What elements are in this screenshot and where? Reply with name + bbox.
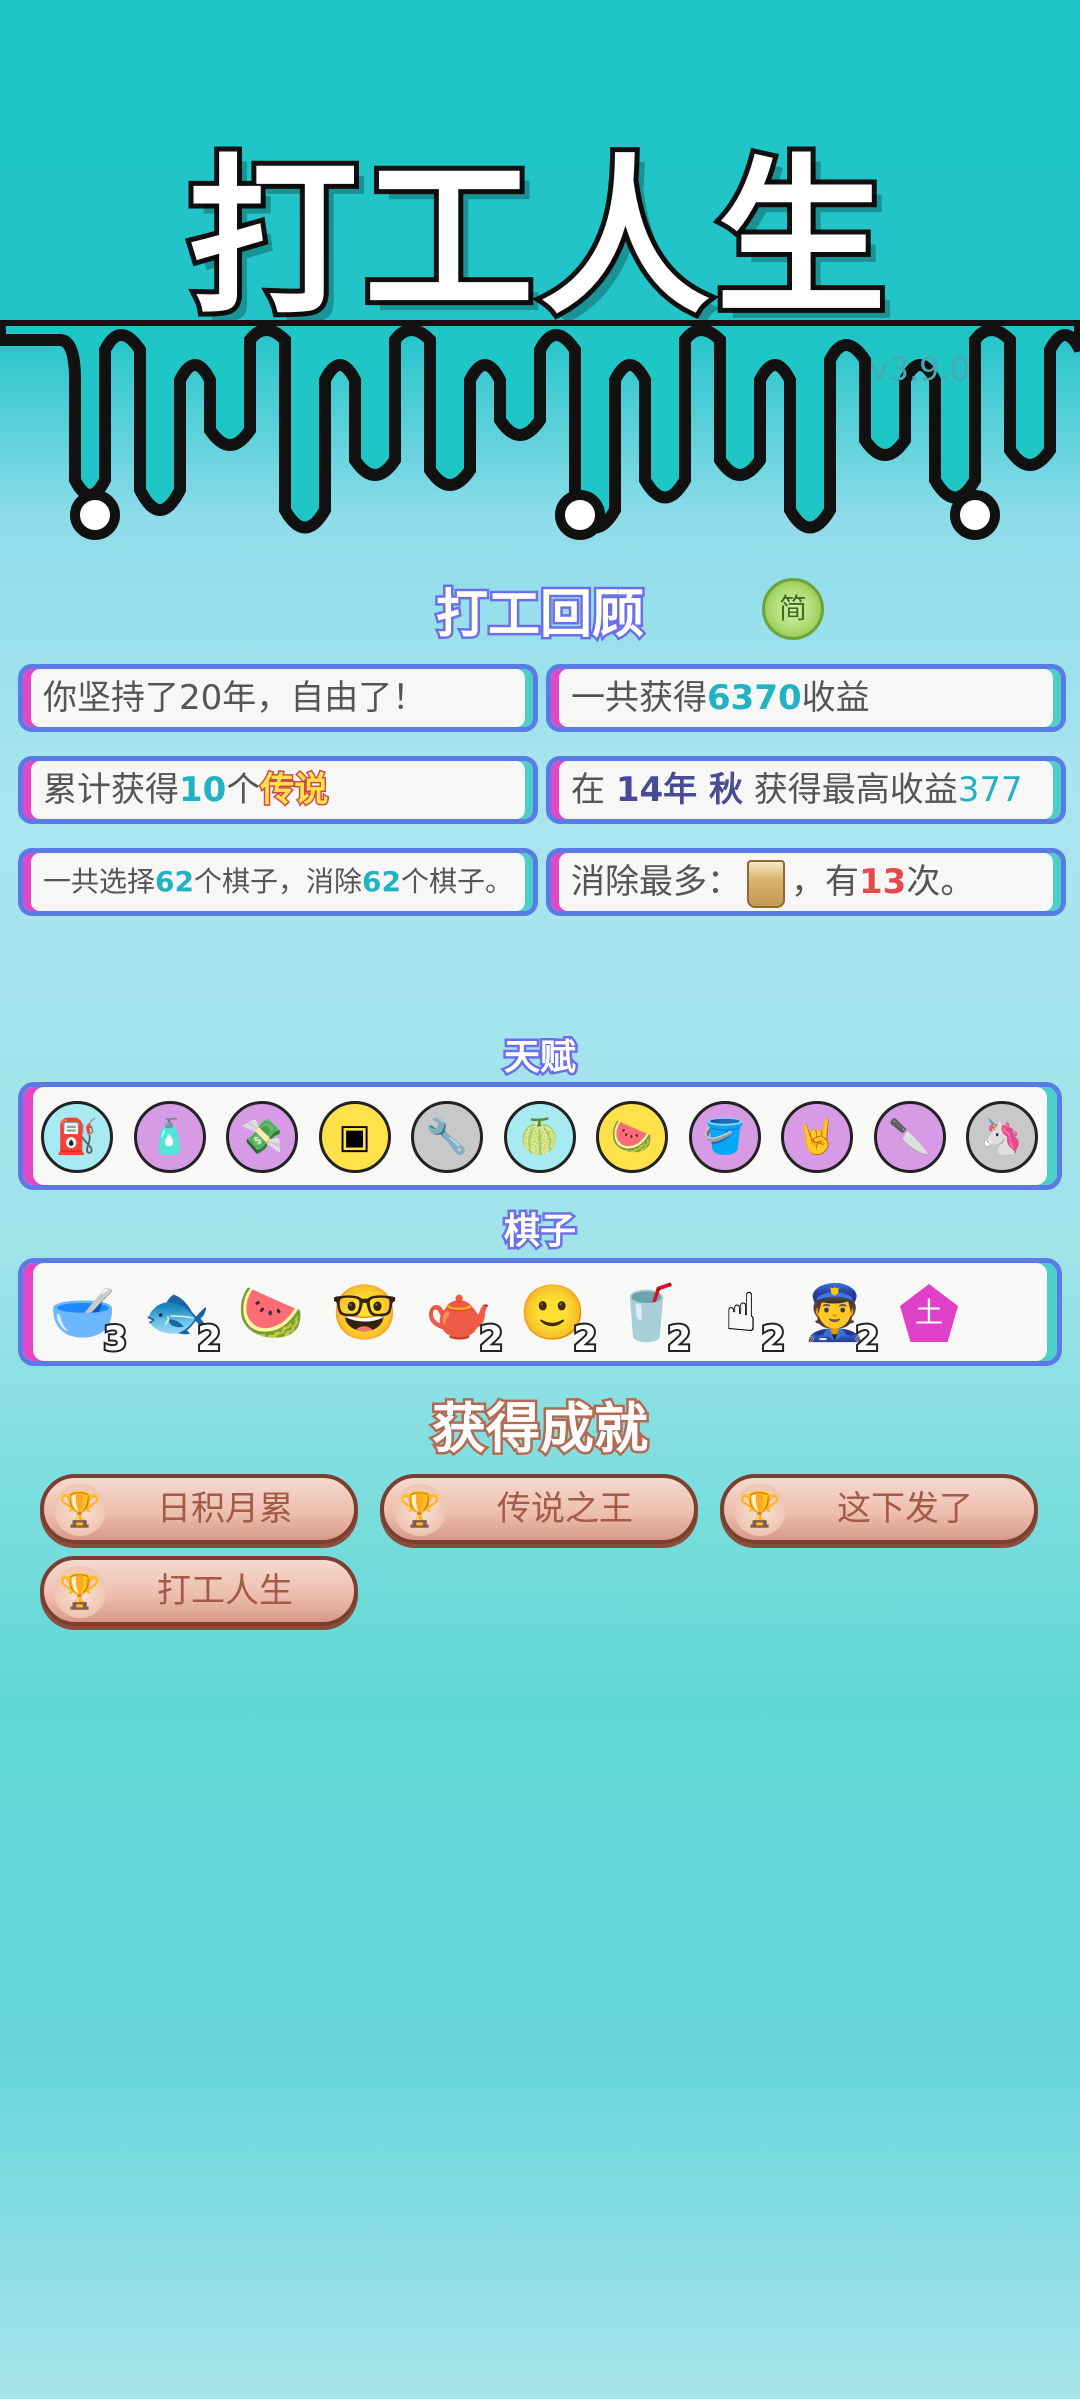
nerd-face-icon[interactable]: 🤓 — [327, 1275, 403, 1351]
legend-word: 传说 — [259, 769, 330, 812]
achievement-badge[interactable]: 🏆 日积月累 — [40, 1474, 358, 1544]
sprayer-icon[interactable]: 🧴 — [133, 1101, 206, 1173]
fruit-bowl-icon[interactable]: 🍉 — [596, 1101, 668, 1173]
pomelo-icon[interactable]: 🍈 — [503, 1101, 576, 1173]
piece-count: 2 — [195, 1317, 223, 1361]
piece-count: 2 — [571, 1317, 599, 1361]
twin-unicorn-icon[interactable]: 🦄 — [966, 1101, 1038, 1173]
game-title: 打工人生 — [183, 135, 892, 343]
bucket-100-icon[interactable]: 🪣 — [688, 1101, 761, 1173]
simplified-toggle-icon[interactable]: 简 — [762, 578, 824, 640]
header-band: 打工人生 v3.9.0 — [0, 0, 1080, 560]
koi-icon[interactable]: 🐟 2 — [139, 1275, 223, 1361]
review-title: 打工回顾 — [433, 583, 646, 648]
rock-hand-icon[interactable]: 🤘 — [781, 1101, 853, 1173]
achievement-badge[interactable]: 🏆 这下发了 — [720, 1474, 1038, 1544]
card-legends: 累计获得10个传说 — [18, 756, 538, 824]
boba-cup-icon[interactable]: 🥤 2 — [609, 1275, 693, 1361]
achievement-label: 打工人生 — [157, 1571, 293, 1611]
teapot-icon[interactable]: 🫖 2 — [421, 1275, 505, 1361]
trophy-icon: 🏆 — [734, 1484, 786, 1536]
piece-count: 2 — [759, 1317, 787, 1361]
piece-count: 3 — [101, 1317, 129, 1361]
achievement-label: 日积月累 — [157, 1489, 293, 1529]
achievements-title: 获得成就 — [430, 1395, 651, 1463]
chip-icon[interactable]: ▣ — [318, 1101, 391, 1173]
card-best-income: 在 14年 秋 获得最高收益377 — [546, 756, 1066, 824]
total-income-value: 6370 — [707, 678, 802, 718]
card-persist: 你坚持了20年，自由了！ — [18, 664, 538, 732]
piece-glyph: 🍉 — [237, 1281, 305, 1344]
pieces-strip: 🥣 3 🐟 2 🍉 🤓 🫖 2 🙂 2 🥤 2 ☝ 2 👮 2 土 — [18, 1258, 1062, 1366]
piece-glyph: 🤓 — [331, 1281, 399, 1344]
pointing-hand-icon[interactable]: ☝ 2 — [703, 1275, 787, 1361]
legends-count: 10 — [179, 770, 227, 810]
card-total-income: 一共获得6370收益 — [546, 664, 1066, 732]
card-pieces: 一共选择62个棋子，消除62个棋子。 — [18, 848, 538, 916]
card-most-removed: 消除最多： ，有13次。 — [546, 848, 1066, 916]
pentagon-earth-icon[interactable]: 土 — [891, 1275, 967, 1351]
achievement-badge[interactable]: 🏆 传说之王 — [380, 1474, 698, 1544]
cleaver-icon[interactable]: 🔪 — [873, 1101, 946, 1173]
trophy-icon: 🏆 — [54, 1484, 106, 1536]
trophy-icon: 🏆 — [394, 1484, 446, 1536]
watermelon-icon[interactable]: 🍉 — [233, 1275, 309, 1351]
money-rain-icon[interactable]: 💸 — [226, 1101, 298, 1173]
pieces-title: 棋子 — [501, 1209, 578, 1255]
bowl-icon[interactable]: 🥣 3 — [45, 1275, 129, 1361]
piece-count: 2 — [665, 1317, 693, 1361]
boba-cup-icon — [747, 859, 785, 908]
police-icon[interactable]: 👮 2 — [797, 1275, 881, 1361]
best-income-value: 377 — [957, 770, 1023, 810]
piece-count: 2 — [853, 1317, 881, 1361]
piece-count: 2 — [477, 1317, 505, 1361]
achievement-label: 传说之王 — [497, 1489, 633, 1529]
best-season: 14年 秋 — [615, 770, 743, 810]
most-removed-count: 13 — [859, 862, 907, 902]
pump-icon[interactable]: ⛽ — [41, 1101, 113, 1173]
wrench-shield-icon[interactable]: 🔧 — [411, 1101, 483, 1173]
talents-title: 天赋 — [501, 1035, 578, 1081]
piece-glyph: 土 — [900, 1284, 958, 1342]
achievement-label: 这下发了 — [837, 1489, 973, 1529]
talents-strip: ⛽ 🧴 💸 ▣ 🔧 🍈 🍉 🪣 🤘 🔪 🦄 — [18, 1082, 1062, 1190]
achievement-badge[interactable]: 🏆 打工人生 — [40, 1556, 358, 1626]
trophy-icon: 🏆 — [54, 1566, 106, 1618]
face-icon[interactable]: 🙂 2 — [515, 1275, 599, 1361]
version-label: v3.9.0 — [869, 350, 970, 388]
